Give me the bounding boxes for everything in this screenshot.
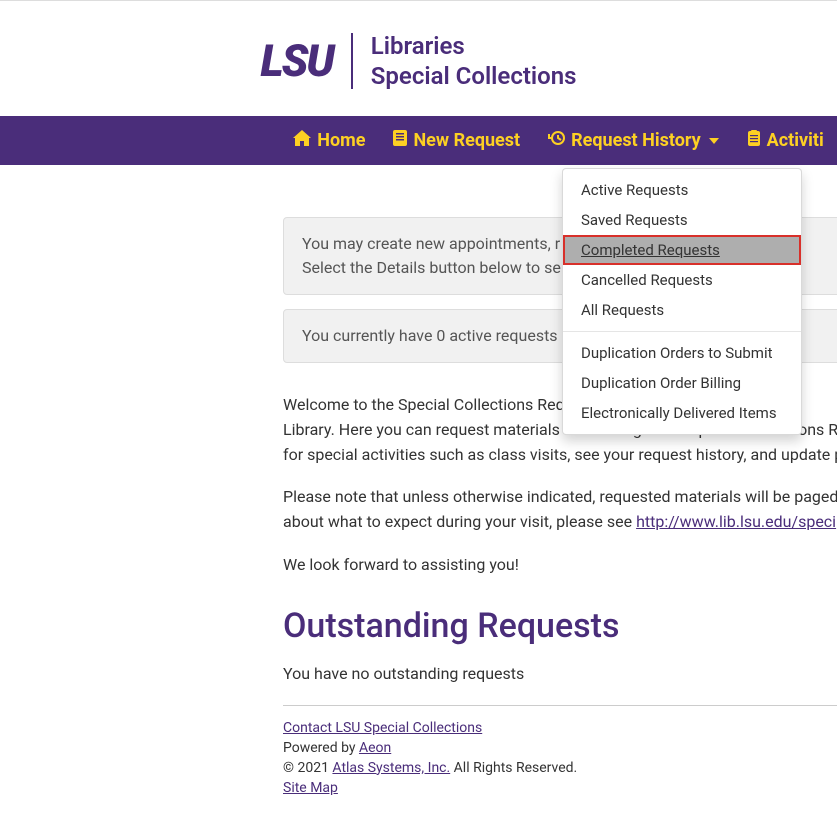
logo-line1: Libraries: [371, 31, 577, 61]
logo-abbr: LSU: [261, 35, 333, 87]
dropdown-active-requests[interactable]: Active Requests: [563, 175, 801, 205]
logo-divider: [351, 33, 353, 89]
dropdown-duplication-submit[interactable]: Duplication Orders to Submit: [563, 338, 801, 368]
dropdown-duplication-billing[interactable]: Duplication Order Billing: [563, 368, 801, 398]
home-icon: [293, 130, 311, 151]
nav-request-history-label: Request History: [571, 130, 701, 151]
outstanding-requests-heading: Outstanding Requests: [283, 606, 837, 646]
logo-line2: Special Collections: [371, 61, 577, 91]
footer: Contact LSU Special Collections Powered …: [283, 705, 837, 796]
aeon-link[interactable]: Aeon: [359, 740, 391, 756]
dropdown-divider: [563, 331, 801, 332]
nav-home[interactable]: Home: [293, 130, 365, 151]
dropdown-saved-requests[interactable]: Saved Requests: [563, 205, 801, 235]
chevron-down-icon: [709, 138, 719, 144]
header: LSU Libraries Special Collections: [0, 0, 837, 116]
dropdown-completed-requests[interactable]: Completed Requests: [563, 235, 801, 265]
nav-home-label: Home: [317, 130, 365, 151]
outstanding-requests-text: You have no outstanding requests: [283, 664, 837, 683]
nav-request-history[interactable]: Request History: [548, 130, 719, 151]
clipboard-icon: [747, 130, 761, 151]
atlas-link[interactable]: Atlas Systems, Inc.: [332, 760, 450, 776]
site-map-link[interactable]: Site Map: [283, 780, 338, 796]
nav-activities-label: Activiti: [767, 130, 824, 151]
nav-bar: Home New Request Request History Activit…: [0, 116, 837, 165]
logo-text: Libraries Special Collections: [371, 31, 577, 91]
nav-new-request-label: New Request: [413, 130, 520, 151]
dropdown-cancelled-requests[interactable]: Cancelled Requests: [563, 265, 801, 295]
nav-new-request[interactable]: New Request: [393, 130, 520, 151]
dropdown-electronically-delivered[interactable]: Electronically Delivered Items: [563, 398, 801, 428]
contact-link[interactable]: Contact LSU Special Collections: [283, 720, 482, 736]
history-icon: [548, 130, 565, 151]
document-icon: [393, 130, 407, 151]
visit-info-link[interactable]: http://www.lib.lsu.edu/speci: [636, 512, 836, 531]
dropdown-all-requests[interactable]: All Requests: [563, 295, 801, 325]
logo[interactable]: LSU Libraries Special Collections: [261, 31, 577, 91]
nav-activities[interactable]: Activiti: [747, 130, 824, 151]
request-history-dropdown: Active Requests Saved Requests Completed…: [562, 168, 802, 435]
